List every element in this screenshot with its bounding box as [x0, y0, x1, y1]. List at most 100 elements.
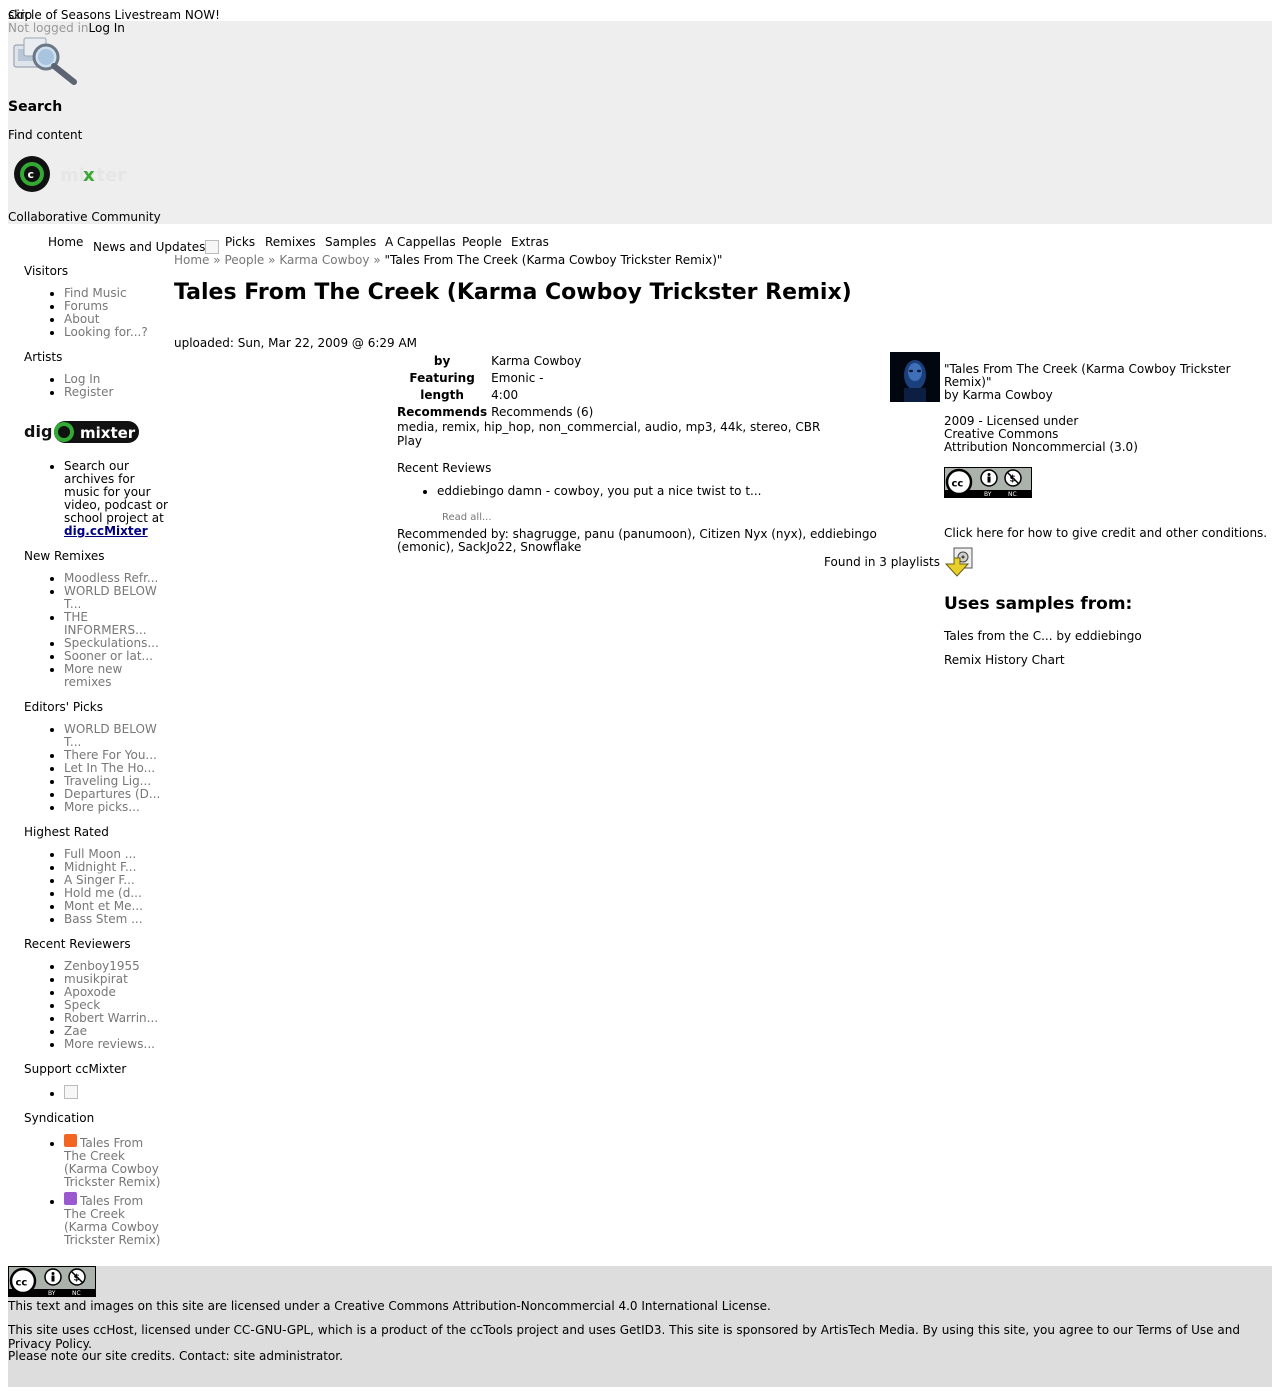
nav-people[interactable]: People: [462, 235, 502, 249]
upload-info: by Karma Cowboy Featuring Emonic - lengt…: [397, 354, 940, 569]
sample-source-link[interactable]: Tales from the C... by eddiebingo: [944, 630, 1269, 643]
nav-acappellas[interactable]: A Cappellas: [385, 235, 456, 249]
footer-license-text: This text and images on this site are li…: [8, 1299, 771, 1313]
review-item[interactable]: eddiebingo damn - cowboy, you put a nice…: [437, 484, 897, 498]
more-picks-link[interactable]: More picks...: [64, 801, 169, 814]
breadcrumb-separator: »: [268, 253, 276, 267]
dig-blurb-list: Search our archives for music for your v…: [24, 460, 169, 538]
nav-extras[interactable]: Extras: [511, 235, 549, 249]
footer-software-text: This site uses ccHost, licensed under CC…: [8, 1323, 1240, 1351]
footer-credits-text: Please note our site credits. Contact: s…: [8, 1349, 343, 1363]
list-item[interactable]: WORLD BELOW T...: [64, 585, 169, 611]
nav-picks[interactable]: Picks: [225, 235, 255, 249]
reviews-list: eddiebingo damn - cowboy, you put a nice…: [397, 484, 897, 498]
breadcrumb-separator: »: [213, 253, 221, 267]
svg-text:c: c: [28, 168, 35, 181]
license-box: "Tales From The Creek (Karma Cowboy Tric…: [944, 363, 1269, 667]
find-content-label: Find content: [8, 128, 83, 142]
search-icon[interactable]: [10, 35, 80, 87]
sidebar-syndication-title: Syndication: [24, 1111, 95, 1125]
more-reviews-link[interactable]: More reviews...: [64, 1038, 169, 1051]
svg-text:NC: NC: [1008, 491, 1017, 498]
sidebar-highest-rated-title: Highest Rated: [24, 825, 109, 839]
breadcrumb-separator: »: [373, 253, 381, 267]
license-work-artist: by Karma Cowboy: [944, 388, 1053, 402]
nav-news[interactable]: News and Updates: [93, 240, 220, 254]
playlists-link[interactable]: Found in 3 playlists: [397, 555, 940, 569]
login-bar: Not logged inLog In: [8, 21, 125, 35]
more-new-remixes-link[interactable]: More new remixes: [64, 663, 169, 689]
field-key: length: [420, 388, 464, 402]
sidebar-visitors-list: Find Music Forums About Looking for...?: [24, 287, 169, 339]
dig-blurb-text: Search our archives for music for your v…: [64, 459, 168, 525]
search-heading: Search: [8, 99, 63, 115]
sidebar-new-remixes-list: Moodless Refr... WORLD BELOW T... THE IN…: [24, 572, 169, 689]
list-item[interactable]: WORLD BELOW T...: [64, 723, 169, 749]
sidebar-item-looking-for[interactable]: Looking for...?: [64, 326, 169, 339]
read-all-link[interactable]: Read all...: [442, 512, 897, 523]
list-item[interactable]: Bass Stem ...: [64, 913, 169, 926]
rss-feed-label: Tales From The Creek (Karma Cowboy Trick…: [64, 1136, 161, 1189]
sidebar-highest-rated-list: Full Moon ... Midnight F... A Singer F..…: [24, 848, 169, 926]
nav-news-label: News and Updates: [93, 240, 206, 254]
footer-cc-badge[interactable]: cc $ BY NC: [8, 1266, 96, 1297]
svg-text:cc: cc: [952, 479, 964, 490]
sidebar-artists-title: Artists: [24, 350, 63, 364]
field-key: Featuring: [409, 371, 475, 385]
cc-by-nc-badge[interactable]: cc $ BY NC: [944, 467, 1032, 498]
sidebar-syndication-list: Tales From The Creek (Karma Cowboy Trick…: [24, 1134, 169, 1247]
svg-text:NC: NC: [72, 1290, 81, 1297]
svg-text:BY: BY: [48, 1290, 56, 1297]
atom-feed-label: Tales From The Creek (Karma Cowboy Trick…: [64, 1194, 161, 1247]
breadcrumb-people[interactable]: People: [224, 253, 264, 267]
artist-link[interactable]: Karma Cowboy: [491, 354, 593, 371]
broken-image-icon: [205, 240, 220, 254]
page-title: Tales From The Creek (Karma Cowboy Trick…: [174, 280, 852, 305]
svg-text:mixter: mixter: [80, 424, 136, 442]
sidebar-artists-list: Log In Register: [24, 373, 169, 399]
nav-samples[interactable]: Samples: [325, 235, 376, 249]
svg-text:BY: BY: [984, 491, 992, 498]
tagline: Collaborative Community: [8, 210, 161, 224]
tag-list[interactable]: media, remix, hip_hop, non_commercial, a…: [397, 421, 897, 434]
rss-feed-item[interactable]: Tales From The Creek (Karma Cowboy Trick…: [64, 1134, 169, 1189]
atom-feed-item[interactable]: Tales From The Creek (Karma Cowboy Trick…: [64, 1192, 169, 1247]
sidebar: Visitors Find Music Forums About Looking…: [24, 264, 169, 1258]
livestream-link[interactable]: Circle of Seasons Livestream NOW!: [8, 8, 220, 22]
sidebar-visitors-title: Visitors: [24, 264, 69, 278]
breadcrumb-artist[interactable]: Karma Cowboy: [279, 253, 369, 267]
credit-conditions-link[interactable]: Click here for how to give credit and ot…: [944, 527, 1269, 540]
breadcrumb: Home » People » Karma Cowboy » "Tales Fr…: [174, 253, 722, 267]
sidebar-recent-reviewers-title: Recent Reviewers: [24, 937, 131, 951]
remix-history-chart-link[interactable]: Remix History Chart: [944, 654, 1269, 667]
dig-ccmixter-link[interactable]: dig.ccMixter: [64, 524, 148, 538]
sidebar-editors-picks-title: Editors' Picks: [24, 700, 103, 714]
play-button[interactable]: Play: [397, 434, 897, 448]
sidebar-support-list: [24, 1085, 169, 1100]
license-text: 2009 - Licensed under Creative Commons A…: [944, 415, 1269, 454]
site-footer: cc $ BY NC This text and images on this …: [8, 1266, 1272, 1387]
sidebar-editors-picks-list: WORLD BELOW T... There For You... Let In…: [24, 723, 169, 814]
sidebar-item-register[interactable]: Register: [64, 386, 169, 399]
rss-icon: [64, 1134, 77, 1147]
broken-image-icon[interactable]: [64, 1085, 78, 1099]
nav-home[interactable]: Home: [48, 235, 83, 249]
list-item[interactable]: THE INFORMERS...: [64, 611, 169, 637]
breadcrumb-home[interactable]: Home: [174, 253, 209, 267]
download-icon[interactable]: [944, 546, 976, 578]
featuring-value[interactable]: Emonic -: [491, 371, 593, 388]
license-work-title: "Tales From The Creek (Karma Cowboy Tric…: [944, 362, 1231, 389]
sidebar-new-remixes-title: New Remixes: [24, 549, 105, 563]
license-link[interactable]: Attribution Noncommercial (3.0): [944, 441, 1269, 454]
site-header: Not logged inLog In Search Find content …: [8, 21, 1272, 224]
breadcrumb-current: "Tales From The Creek (Karma Cowboy Tric…: [384, 253, 723, 267]
support-donate-item[interactable]: [64, 1085, 169, 1100]
table-row: Featuring Emonic -: [397, 371, 593, 388]
login-link[interactable]: Log In: [89, 21, 125, 35]
dig-ccmixter-logo[interactable]: dig mixter: [24, 419, 140, 445]
nav-remixes[interactable]: Remixes: [265, 235, 316, 249]
artist-avatar[interactable]: [890, 352, 940, 402]
atom-icon: [64, 1192, 77, 1205]
ccmixter-logo[interactable]: c mixter x: [12, 154, 132, 194]
table-row: length 4:00: [397, 388, 593, 405]
